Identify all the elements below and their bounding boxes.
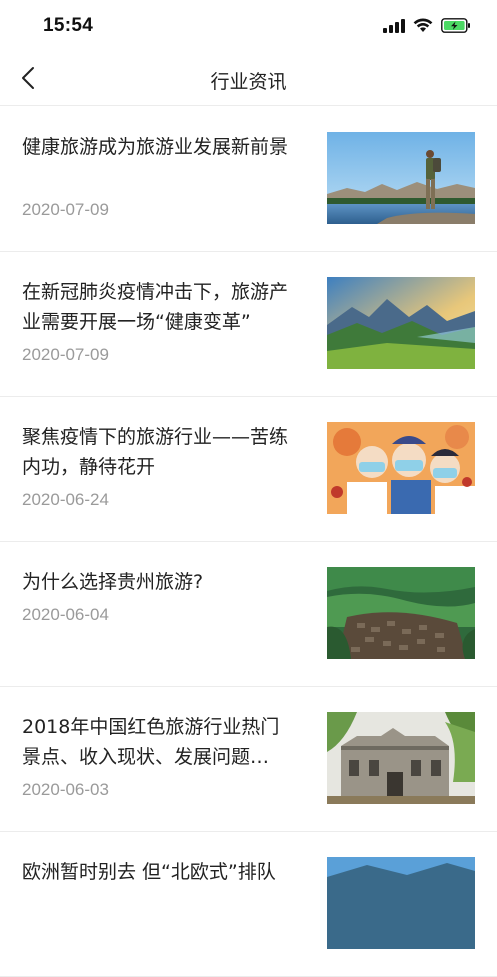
article-thumbnail-cartoon-medics xyxy=(327,422,475,514)
article-list: 健康旅游成为旅游业发展新前景 2020-07-09 在新冠肺炎疫情冲击下，旅游产… xyxy=(0,107,497,977)
article-date: 2020-07-09 xyxy=(22,200,109,219)
article-thumbnail-old-building xyxy=(327,712,475,804)
article-item[interactable]: 健康旅游成为旅游业发展新前景 2020-07-09 xyxy=(0,107,497,252)
article-title: 在新冠肺炎疫情冲击下，旅游产业需要开展一场“健康变革” xyxy=(22,281,289,333)
wifi-icon xyxy=(413,18,433,37)
article-thumbnail-landscape xyxy=(327,857,475,949)
article-title: 聚焦疫情下的旅游行业——苦练内功，静待花开 xyxy=(22,426,289,478)
article-item[interactable]: 2018年中国红色旅游行业热门景点、收入现状、发展问题… 2020-06-03 xyxy=(0,687,497,832)
status-bar: 15:54 xyxy=(0,0,497,54)
article-title: 为什么选择贵州旅游? xyxy=(22,571,204,593)
article-date: 2020-07-09 xyxy=(22,345,109,364)
page-title: 行业资讯 xyxy=(210,71,287,93)
article-item[interactable]: 聚焦疫情下的旅游行业——苦练内功，静待花开 2020-06-24 xyxy=(0,397,497,542)
article-date: 2020-06-24 xyxy=(22,490,109,509)
article-date: 2020-06-03 xyxy=(22,780,109,799)
article-date: 2020-06-04 xyxy=(22,605,109,624)
article-thumbnail-hiker-lake xyxy=(327,132,475,224)
cellular-signal-icon xyxy=(383,18,405,37)
article-thumbnail-mountain-valley xyxy=(327,277,475,369)
article-title: 健康旅游成为旅游业发展新前景 xyxy=(22,136,289,158)
article-thumbnail-village-aerial xyxy=(327,567,475,659)
article-item[interactable]: 为什么选择贵州旅游? 2020-06-04 xyxy=(0,542,497,687)
article-item[interactable]: 在新冠肺炎疫情冲击下，旅游产业需要开展一场“健康变革” 2020-07-09 xyxy=(0,252,497,397)
article-title: 2018年中国红色旅游行业热门景点、收入现状、发展问题… xyxy=(22,716,280,768)
status-icons xyxy=(383,17,471,37)
status-time: 15:54 xyxy=(43,15,94,36)
navigation-bar: 行业资讯 xyxy=(0,54,497,106)
battery-charging-icon xyxy=(441,17,471,37)
article-item[interactable]: 欧洲暂时别去 但“北欧式”排队 xyxy=(0,832,497,977)
